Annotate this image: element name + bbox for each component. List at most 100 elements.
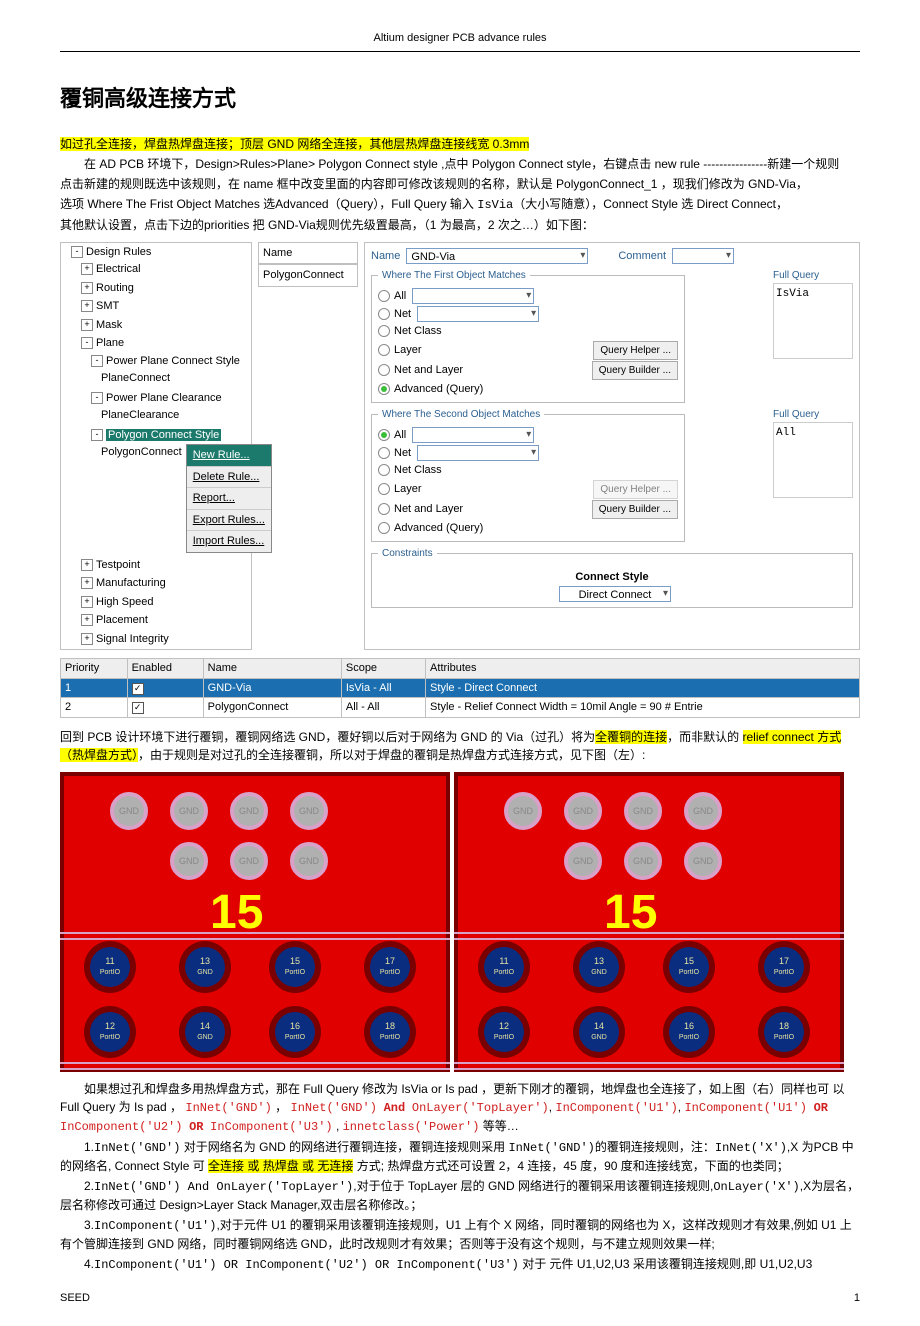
- radio-advanced[interactable]: [378, 383, 390, 395]
- opt-layer[interactable]: Layer: [394, 342, 422, 359]
- pcb-figure: 15 GND GND GND GND GND GND GND 11PortIO1…: [60, 772, 860, 1072]
- tree-manufacturing[interactable]: Manufacturing: [96, 577, 166, 589]
- tree-testpoint[interactable]: Testpoint: [96, 559, 140, 571]
- tree-planeconnect[interactable]: PlaneConnect: [101, 372, 170, 384]
- radio-netclass[interactable]: [378, 325, 390, 337]
- opt2-netlayer[interactable]: Net and Layer: [394, 501, 463, 518]
- col-name[interactable]: Name: [203, 659, 341, 679]
- table-row[interactable]: 1 ✓ GND-Via IsVia - All Style - Direct C…: [61, 678, 860, 698]
- cell: GND-Via: [203, 678, 341, 698]
- tree-expand-icon[interactable]: +: [81, 614, 93, 626]
- radio2-net-layer[interactable]: [378, 503, 390, 515]
- tree-collapse-icon[interactable]: -: [91, 355, 103, 367]
- rules-tree[interactable]: -Design Rules +Electrical +Routing +SMT …: [60, 242, 252, 651]
- opt2-netclass[interactable]: Net Class: [394, 462, 442, 479]
- col-attributes[interactable]: Attributes: [426, 659, 860, 679]
- tree-smt[interactable]: SMT: [96, 300, 119, 312]
- tree-expand-icon[interactable]: +: [81, 559, 93, 571]
- col-enabled[interactable]: Enabled: [127, 659, 203, 679]
- radio2-layer[interactable]: [378, 483, 390, 495]
- tree-collapse-icon[interactable]: -: [91, 392, 103, 404]
- tree-expand-icon[interactable]: +: [81, 596, 93, 608]
- figure-rules-dialog: -Design Rules +Electrical +Routing +SMT …: [60, 242, 860, 651]
- silk-line: [454, 1062, 844, 1070]
- code-innet1: InNet('GND'): [185, 1101, 271, 1115]
- fullquery-1[interactable]: IsVia: [773, 283, 853, 359]
- radio-net-layer[interactable]: [378, 364, 390, 376]
- name-input[interactable]: GND-Via: [406, 248, 588, 264]
- table-row[interactable]: 2 ✓ PolygonConnect All - All Style - Rel…: [61, 698, 860, 718]
- context-menu[interactable]: New Rule... Delete Rule... Report... Exp…: [186, 444, 272, 553]
- opt-netclass[interactable]: Net Class: [394, 323, 442, 340]
- name-col-value[interactable]: PolygonConnect: [258, 264, 358, 287]
- col-scope[interactable]: Scope: [341, 659, 425, 679]
- para1-d: 其他默认设置，点击下边的priorities 把 GND-Via规则优先级置最高…: [60, 216, 860, 234]
- cell[interactable]: ✓: [127, 678, 203, 698]
- net-select[interactable]: [417, 306, 539, 322]
- query-helper2-button[interactable]: Query Helper ...: [593, 480, 678, 499]
- tree-expand-icon[interactable]: +: [81, 319, 93, 331]
- col-priority[interactable]: Priority: [61, 659, 128, 679]
- comment-input[interactable]: [672, 248, 734, 264]
- tree-expand-icon[interactable]: +: [81, 633, 93, 645]
- query-helper-button[interactable]: Query Helper ...: [593, 341, 678, 360]
- opt-all[interactable]: All: [394, 288, 406, 305]
- menu-delete-rule[interactable]: Delete Rule...: [187, 467, 271, 489]
- para2-c: ，由于规则是对过孔的全连接覆铜，所以对于焊盘的覆铜是热焊盘方式连接方式，见下图（…: [138, 748, 645, 762]
- all2-select[interactable]: [412, 427, 534, 443]
- opt-advanced[interactable]: Advanced (Query): [394, 381, 483, 398]
- tree-expand-icon[interactable]: +: [81, 263, 93, 275]
- net2-select[interactable]: [417, 445, 539, 461]
- radio-layer[interactable]: [378, 344, 390, 356]
- tree-ppc[interactable]: Power Plane Clearance: [106, 392, 222, 404]
- tree-root[interactable]: Design Rules: [86, 246, 151, 258]
- tree-plane[interactable]: Plane: [96, 337, 124, 349]
- tree-expand-icon[interactable]: +: [81, 577, 93, 589]
- tree-ppcs[interactable]: Power Plane Connect Style: [106, 355, 240, 367]
- menu-import-rules[interactable]: Import Rules...: [187, 531, 271, 552]
- tree-polygon-connect-style[interactable]: Polygon Connect Style: [106, 429, 221, 441]
- pad-blue: 13GND: [185, 947, 225, 987]
- fullquery-2[interactable]: All: [773, 422, 853, 498]
- radio2-all[interactable]: [378, 429, 390, 441]
- tree-routing[interactable]: Routing: [96, 282, 134, 294]
- checkbox-icon[interactable]: ✓: [132, 683, 144, 695]
- li1-e: 方式; 热焊盘方式还可设置 2，4 连接，45 度，90 度和连接线宽，下面的也…: [353, 1159, 788, 1173]
- menu-export-rules[interactable]: Export Rules...: [187, 510, 271, 532]
- para3-end: 等等…: [483, 1119, 519, 1133]
- opt2-layer[interactable]: Layer: [394, 481, 422, 498]
- radio2-net[interactable]: [378, 447, 390, 459]
- tree-collapse-icon[interactable]: -: [81, 337, 93, 349]
- tree-planeclearance[interactable]: PlaneClearance: [101, 409, 179, 421]
- opt2-advanced[interactable]: Advanced (Query): [394, 520, 483, 537]
- opt-net[interactable]: Net: [394, 306, 411, 323]
- radio-all[interactable]: [378, 290, 390, 302]
- tree-polygonconnect[interactable]: PolygonConnect: [101, 444, 182, 461]
- opt-netlayer[interactable]: Net and Layer: [394, 362, 463, 379]
- tree-mask[interactable]: Mask: [96, 319, 122, 331]
- checkbox-icon[interactable]: ✓: [132, 702, 144, 714]
- query-builder-button[interactable]: Query Builder ...: [592, 361, 678, 380]
- tree-collapse-icon[interactable]: -: [71, 246, 83, 258]
- radio2-netclass[interactable]: [378, 464, 390, 476]
- tree-electrical[interactable]: Electrical: [96, 263, 141, 275]
- connect-style-select[interactable]: Direct Connect: [559, 586, 671, 602]
- name-row: Name GND-Via Comment: [371, 248, 853, 265]
- cell[interactable]: ✓: [127, 698, 203, 718]
- tree-collapse-icon[interactable]: -: [91, 429, 103, 441]
- tree-expand-icon[interactable]: +: [81, 282, 93, 294]
- tree-expand-icon[interactable]: +: [81, 300, 93, 312]
- all-select[interactable]: [412, 288, 534, 304]
- li4: 4.InComponent('U1') OR InComponent('U2')…: [60, 1255, 860, 1274]
- opt2-all[interactable]: All: [394, 427, 406, 444]
- radio-net[interactable]: [378, 308, 390, 320]
- menu-report[interactable]: Report...: [187, 488, 271, 510]
- tree-highspeed[interactable]: High Speed: [96, 596, 154, 608]
- radio2-advanced[interactable]: [378, 522, 390, 534]
- menu-new-rule[interactable]: New Rule...: [187, 445, 271, 467]
- tree-placement[interactable]: Placement: [96, 614, 148, 626]
- tree-signal-integrity[interactable]: Signal Integrity: [96, 633, 169, 645]
- query-builder2-button[interactable]: Query Builder ...: [592, 500, 678, 519]
- pad-blue: 16PortIO: [669, 1012, 709, 1052]
- opt2-net[interactable]: Net: [394, 445, 411, 462]
